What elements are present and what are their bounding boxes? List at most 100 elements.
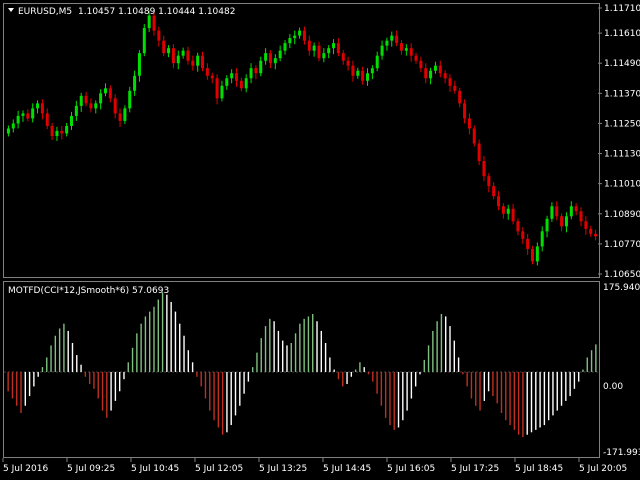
time-tick-label: 5 Jul 2016 bbox=[3, 464, 48, 474]
candle-body bbox=[133, 75, 137, 91]
candle-body bbox=[283, 43, 287, 51]
candle-body bbox=[16, 115, 20, 124]
candle-body bbox=[108, 88, 112, 99]
candle-body bbox=[424, 68, 428, 79]
candle-body bbox=[419, 60, 423, 69]
candle-body bbox=[142, 28, 146, 54]
candle-body bbox=[201, 55, 205, 69]
candle-body bbox=[497, 196, 501, 207]
candle-body bbox=[244, 78, 248, 89]
price-pane[interactable] bbox=[3, 3, 600, 278]
price-tick-label: 1.11370 bbox=[604, 89, 640, 99]
candle-body bbox=[264, 53, 268, 61]
candle-body bbox=[492, 186, 496, 197]
candle-body bbox=[162, 40, 166, 54]
candle-body bbox=[472, 128, 476, 144]
candle-body bbox=[574, 206, 578, 212]
indicator-lower-label: -171.9934 bbox=[603, 448, 640, 458]
candle-body bbox=[205, 68, 209, 76]
candle-body bbox=[404, 48, 408, 51]
time-tick-label: 5 Jul 20:05 bbox=[579, 464, 627, 474]
price-tick-label: 1.11250 bbox=[604, 119, 640, 129]
candle-body bbox=[128, 90, 132, 109]
candle-body bbox=[589, 228, 593, 234]
candle-body bbox=[385, 40, 389, 46]
candle-body bbox=[171, 48, 175, 64]
candle-body bbox=[103, 88, 107, 94]
candle-body bbox=[540, 231, 544, 247]
candle-body bbox=[409, 48, 413, 56]
candle-body bbox=[390, 35, 394, 41]
time-tick-label: 5 Jul 18:45 bbox=[515, 464, 563, 474]
candle-body bbox=[215, 78, 219, 99]
candle-body bbox=[147, 15, 151, 29]
indicator-upper-label: 175.9405 bbox=[603, 283, 640, 293]
candle-body bbox=[458, 90, 462, 104]
candle-body bbox=[429, 70, 433, 79]
candle-body bbox=[210, 75, 214, 79]
candle-body bbox=[191, 60, 195, 66]
candle-body bbox=[526, 238, 530, 249]
candle-body bbox=[21, 113, 25, 116]
time-tick-label: 5 Jul 09:25 bbox=[67, 464, 115, 474]
candle-body bbox=[564, 216, 568, 227]
candle-body bbox=[516, 221, 520, 232]
candle-body bbox=[79, 95, 83, 106]
indicator-title: MOTFD(CCI*12,JSmooth*6) 57.0693 bbox=[8, 286, 169, 296]
time-tick-label: 5 Jul 16:05 bbox=[387, 464, 435, 474]
candle-body bbox=[375, 55, 379, 69]
candle-body bbox=[239, 80, 243, 89]
candle-body bbox=[94, 103, 98, 109]
candle-body bbox=[366, 73, 370, 81]
candle-body bbox=[254, 68, 258, 74]
candle-body bbox=[196, 55, 200, 66]
candle-body bbox=[293, 35, 297, 39]
candle-body bbox=[186, 50, 190, 61]
symbol-dropdown-icon[interactable] bbox=[8, 8, 14, 12]
candle-body bbox=[399, 43, 403, 51]
candle-body bbox=[167, 48, 171, 54]
time-tick-label: 5 Jul 13:25 bbox=[259, 464, 307, 474]
candle-body bbox=[312, 45, 316, 51]
candle-body bbox=[448, 78, 452, 86]
candle-body bbox=[501, 206, 505, 214]
candle-body bbox=[550, 206, 554, 219]
ohlc-readout: 1.10457 1.10489 1.10444 1.10482 bbox=[78, 7, 235, 17]
candle-body bbox=[50, 125, 54, 136]
candle-body bbox=[268, 53, 272, 64]
trading-chart[interactable]: 1.11710 1.11610 1.11490 1.11370 1.11250 1.111… bbox=[0, 0, 640, 480]
candle-body bbox=[45, 113, 49, 126]
candle-body bbox=[594, 233, 598, 237]
price-tick-label: 1.10890 bbox=[604, 210, 640, 220]
candle-body bbox=[438, 65, 442, 74]
candle-body bbox=[477, 143, 481, 162]
candle-body bbox=[560, 216, 564, 227]
candle-body bbox=[26, 113, 30, 119]
candle-body bbox=[463, 103, 467, 119]
candle-body bbox=[118, 113, 122, 121]
candle-body bbox=[322, 53, 326, 59]
candle-body bbox=[99, 93, 103, 104]
candle-body bbox=[11, 123, 15, 129]
indicator-pane[interactable] bbox=[3, 281, 600, 458]
candle-body bbox=[395, 35, 399, 44]
price-tick-label: 1.11490 bbox=[604, 59, 640, 69]
candle-body bbox=[89, 103, 93, 109]
candle-body bbox=[113, 98, 117, 114]
candle-body bbox=[414, 55, 418, 61]
candle-body bbox=[152, 15, 156, 31]
candle-body bbox=[555, 206, 559, 217]
candle-body bbox=[361, 70, 365, 81]
candle-body bbox=[535, 246, 539, 262]
candle-body bbox=[65, 125, 69, 134]
candle-body bbox=[433, 65, 437, 71]
candle-body bbox=[36, 103, 40, 109]
candle-body bbox=[356, 70, 360, 76]
price-axis: 1.11710 1.11610 1.11490 1.11370 1.11250 1.111… bbox=[598, 4, 640, 280]
candle-body bbox=[453, 85, 457, 91]
candle-body bbox=[74, 105, 78, 116]
indicator-zero-label: 0.00 bbox=[603, 382, 623, 392]
time-tick-label: 5 Jul 17:25 bbox=[451, 464, 499, 474]
candle-body bbox=[31, 108, 35, 119]
candle-body bbox=[307, 40, 311, 51]
